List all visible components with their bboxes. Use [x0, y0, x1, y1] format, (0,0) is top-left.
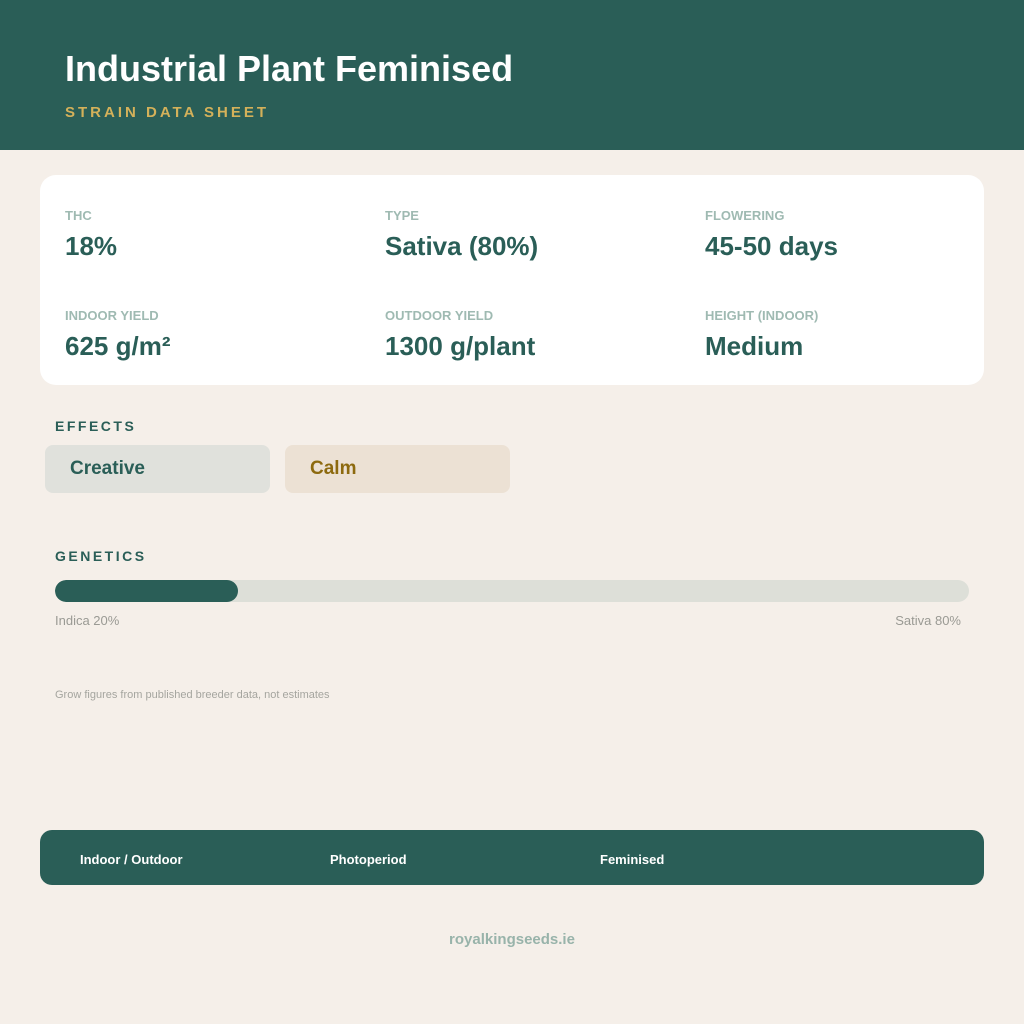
- stat-label: TYPE: [385, 208, 419, 223]
- stat-flowering: FLOWERING 45-50 days: [705, 208, 838, 262]
- page-title: Industrial Plant Feminised: [65, 48, 514, 89]
- feature-photoperiod: Photoperiod: [330, 852, 407, 867]
- indica-caption: Indica 20%: [55, 613, 120, 628]
- stat-outdoor-yield: OUTDOOR YIELD 1300 g/plant: [385, 308, 535, 362]
- stat-label: INDOOR YIELD: [65, 308, 159, 323]
- stat-label: OUTDOOR YIELD: [385, 308, 494, 323]
- stat-type: TYPE Sativa (80%): [385, 208, 538, 262]
- website-link[interactable]: royalkingseeds.ie: [0, 931, 1024, 948]
- stat-value: Medium: [705, 331, 804, 361]
- sativa-caption: Sativa 80%: [895, 613, 961, 628]
- genetics-heading: GENETICS: [55, 548, 147, 564]
- stat-value: 18%: [65, 231, 118, 261]
- effect-chip-creative: Creative: [45, 445, 270, 493]
- stat-indoor-yield: INDOOR YIELD 625 g/m²: [65, 308, 171, 362]
- feature-indoor-outdoor: Indoor / Outdoor: [80, 852, 183, 867]
- stat-label: THC: [65, 208, 92, 223]
- stat-label: HEIGHT (INDOOR): [705, 308, 819, 323]
- effects-heading: EFFECTS: [55, 418, 137, 434]
- stat-value: 45-50 days: [705, 231, 838, 261]
- stat-value: 625 g/m²: [65, 331, 171, 361]
- stat-label: FLOWERING: [705, 208, 785, 223]
- stat-value: 1300 g/plant: [385, 331, 536, 361]
- stats-card: THC 18% TYPE Sativa (80%) FLOWERING 45-5…: [40, 175, 984, 385]
- source-note: Grow figures from published breeder data…: [55, 689, 330, 701]
- genetics-bar-track: [55, 580, 969, 602]
- header-banner: Industrial Plant Feminised STRAIN DATA S…: [0, 0, 1024, 150]
- stat-value: Sativa (80%): [385, 231, 539, 261]
- genetics-bar-indica-fill: [55, 580, 238, 602]
- page-subtitle: STRAIN DATA SHEET: [65, 104, 270, 121]
- effect-chip-calm: Calm: [285, 445, 510, 493]
- footer-features-bar: Indoor / Outdoor Photoperiod Feminised: [40, 830, 984, 885]
- stat-thc: THC 18%: [65, 208, 117, 262]
- feature-feminised: Feminised: [600, 852, 665, 867]
- stat-height-indoor: HEIGHT (INDOOR) Medium: [705, 308, 818, 362]
